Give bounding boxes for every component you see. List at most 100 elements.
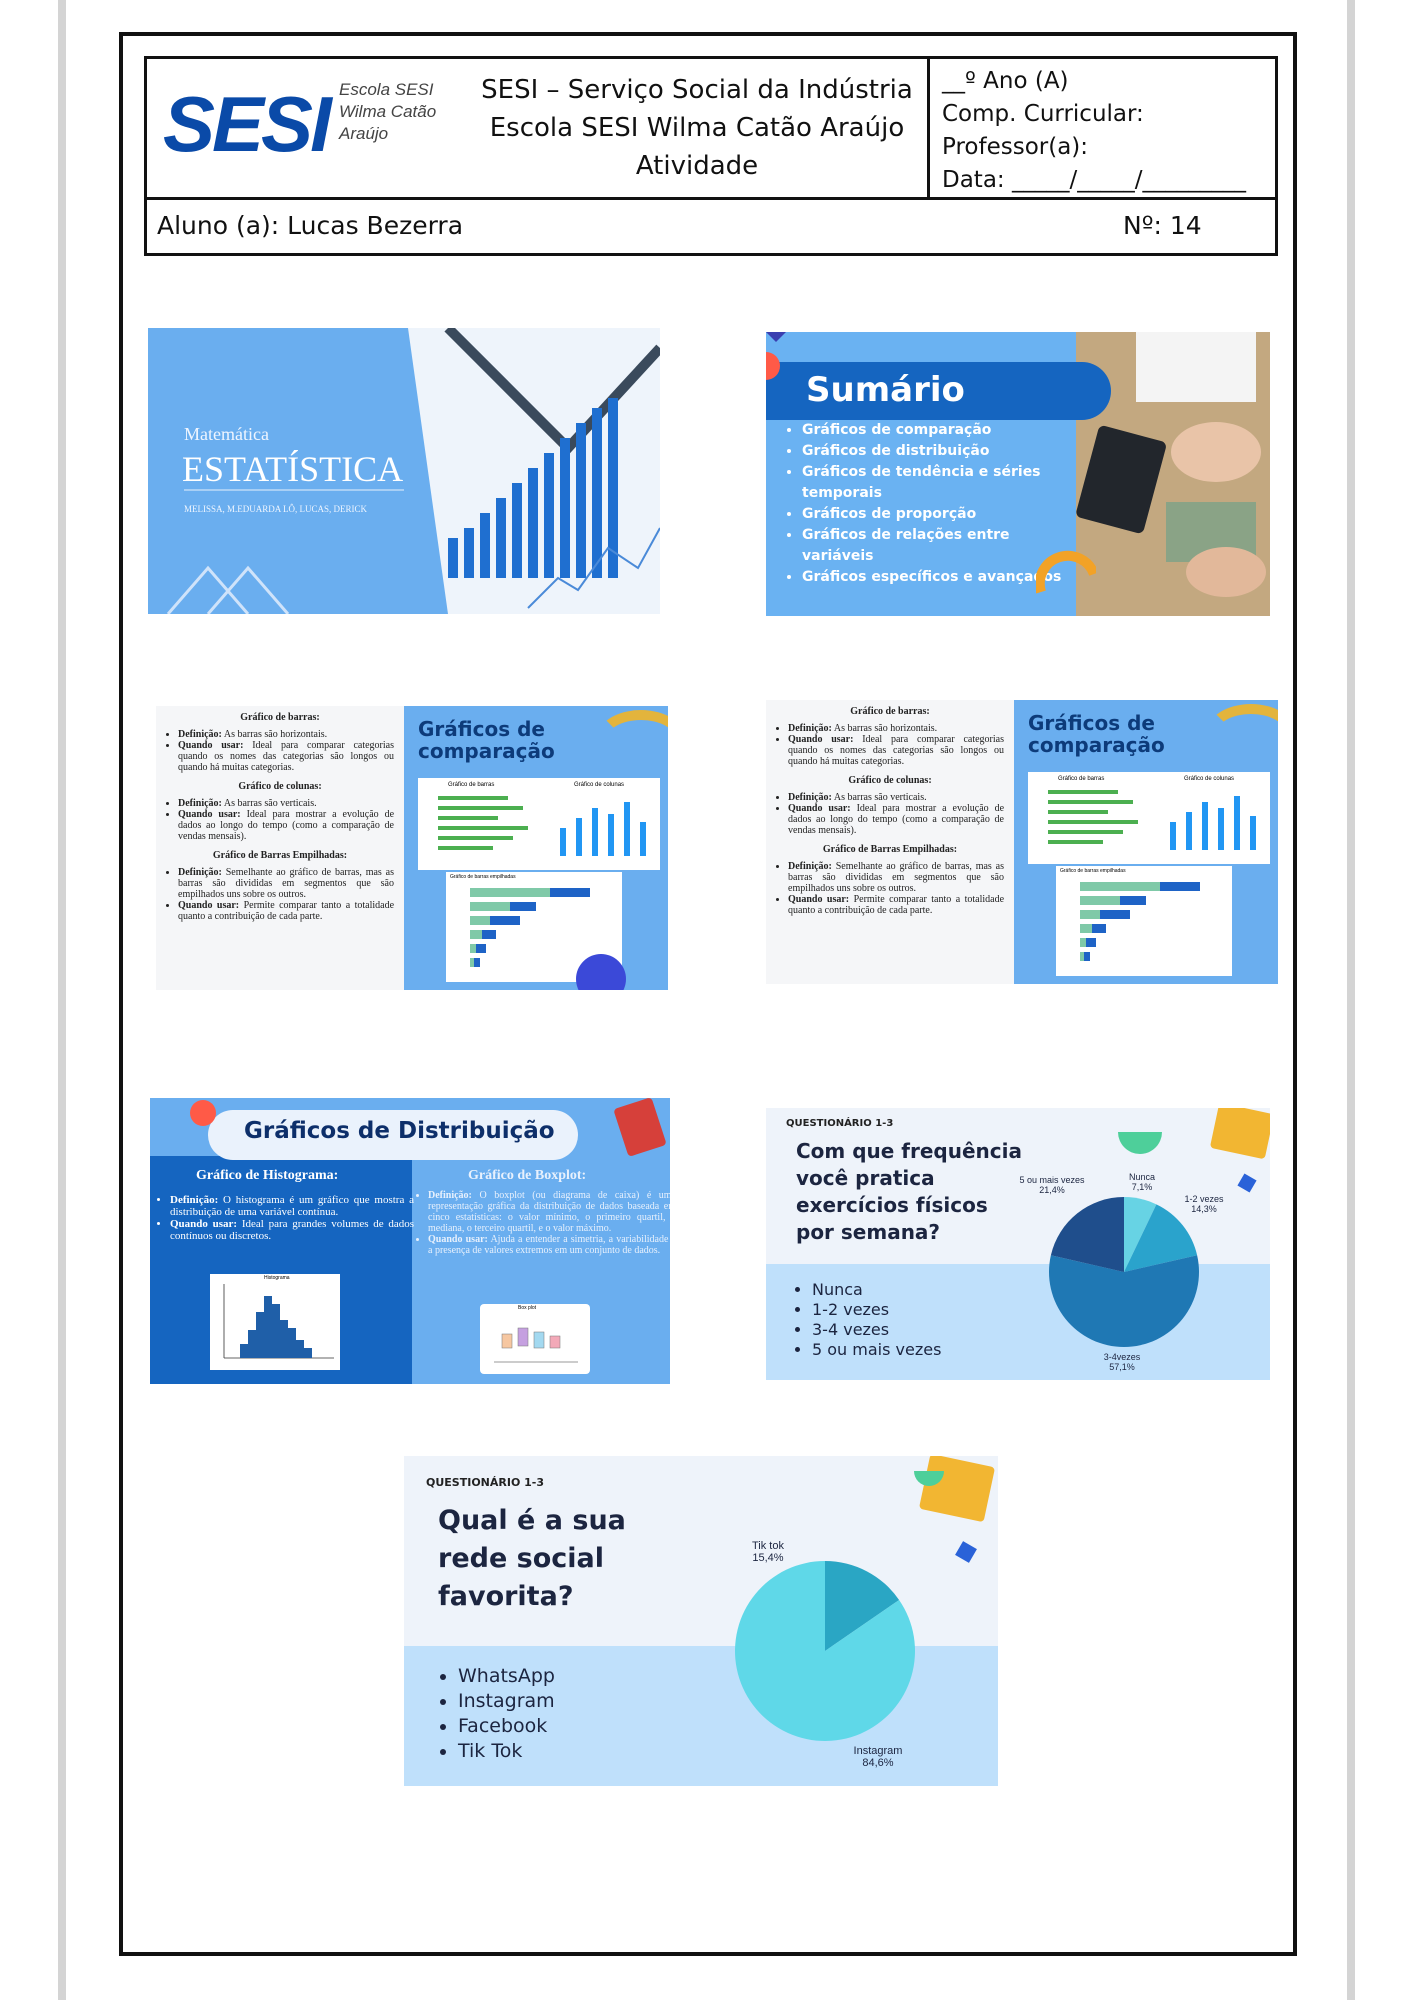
header-divider xyxy=(927,59,930,199)
corner-shape xyxy=(766,332,791,342)
def-label: Definição: xyxy=(788,861,832,872)
teacher-field: Professor(a): xyxy=(942,134,1089,160)
logo-sub-line: Araújo xyxy=(339,124,389,143)
institution-line: Atividade xyxy=(635,151,759,181)
mini-bar-and-column-charts xyxy=(438,796,646,856)
histogram-bars xyxy=(223,1284,334,1359)
pie-percent: 15,4% xyxy=(752,1552,783,1564)
slide-survey-exercise: QUESTIONÁRIO 1-3 Com que frequência você… xyxy=(766,1108,1270,1380)
mini-stacked-bars xyxy=(1080,882,1200,961)
red-circle xyxy=(190,1100,216,1126)
logo-subtitle: Escola SESI Wilma Catão Araújo xyxy=(339,79,436,145)
mini-bar-and-column-charts xyxy=(1048,790,1256,850)
pie-label: 1-2 vezes xyxy=(1184,1194,1224,1204)
orange-arc xyxy=(1036,550,1096,594)
bar-heading: Gráfico de barras: xyxy=(240,712,320,723)
summary-item: Gráficos de proporção xyxy=(802,504,1082,525)
pie-percent: 57,1% xyxy=(1109,1362,1135,1372)
boxplot-heading: Gráfico de Boxplot: xyxy=(468,1168,587,1183)
histogram-chart: Histograma xyxy=(210,1274,340,1370)
worksheet-header: SESI Escola SESI Wilma Catão Araújo SESI… xyxy=(144,56,1278,256)
sesi-logo: SESI xyxy=(163,80,332,168)
institution-line: Escola SESI Wilma Catão Araújo xyxy=(489,113,905,143)
summary-item: Gráficos de comparação xyxy=(802,420,1082,441)
date-field: Data: _____/_____/_________ xyxy=(942,167,1246,193)
social-pie-chart: Tik tok15,4% Instagram84,6% xyxy=(735,1540,915,1769)
curriculum-field: Comp. Curricular: xyxy=(942,101,1144,127)
page-edge-left xyxy=(58,0,66,2000)
bar-heading: Gráfico de barras: xyxy=(850,706,930,717)
pie-label: Instagram xyxy=(854,1745,903,1757)
logo-sub-line: Escola SESI xyxy=(339,80,434,99)
mini-stacked-title: Gráfico de barras empilhadas xyxy=(1060,868,1126,874)
institution-line: SESI – Serviço Social da Indústria xyxy=(481,75,913,105)
student-name: Aluno (a): Lucas Bezerra xyxy=(157,211,464,240)
summary-item: Gráficos de tendência e séries temporais xyxy=(802,462,1082,504)
mini-bar-title: Gráfico de barras xyxy=(448,782,495,788)
use-label: Quando usar: xyxy=(178,809,241,820)
slide-comparison-b: Gráfico de barras: Definição: As barras … xyxy=(766,700,1278,984)
header-divider xyxy=(147,197,1275,200)
slide-authors: MELISSA, M.EDUARDA LÔ, LUCAS, DERICK xyxy=(184,504,368,514)
gold-ring xyxy=(1206,704,1278,764)
summary-item: Gráficos de distribuição xyxy=(802,441,1082,462)
slide-distribution: Gráficos de Distribuição Gráfico de Hist… xyxy=(150,1098,670,1384)
mini-column-title: Gráfico de colunas xyxy=(1184,776,1235,782)
def-label: Definição: xyxy=(788,723,832,734)
slide-main-title: ESTATÍSTICA xyxy=(182,449,404,489)
column-definition: As barras são verticais. xyxy=(833,792,927,803)
page-edge-right xyxy=(1347,0,1355,2000)
column-definition: As barras são verticais. xyxy=(223,798,317,809)
distribution-title: Gráficos de Distribuição xyxy=(244,1118,555,1144)
slide-title: Matemática ESTATÍSTICA MELISSA, M.EDUARD… xyxy=(148,328,660,614)
stacked-heading: Gráfico de Barras Empilhadas: xyxy=(212,850,348,861)
pie-percent: 14,3% xyxy=(1191,1204,1217,1214)
boxplot-chart: Box plot xyxy=(480,1304,590,1374)
logo-sub-line: Wilma Catão xyxy=(339,102,437,121)
student-number: Nº: 14 xyxy=(1123,211,1202,240)
def-label: Definição: xyxy=(178,867,222,878)
use-label: Quando usar: xyxy=(178,900,240,911)
boxplot-chart-title: Box plot xyxy=(518,1305,537,1311)
slide-survey-social: QUESTIONÁRIO 1-3 Qual é a sua rede socia… xyxy=(404,1456,998,1786)
pie-percent: 84,6% xyxy=(862,1757,893,1769)
use-label: Quando usar: xyxy=(788,803,851,814)
pie-percent: 7,1% xyxy=(1132,1182,1153,1192)
use-label: Quando usar: xyxy=(788,734,854,745)
mini-stacked-title: Gráfico de barras empilhadas xyxy=(450,874,516,880)
pie-label: Nunca xyxy=(1129,1172,1155,1182)
def-label: Definição: xyxy=(178,798,222,809)
histogram-heading: Gráfico de Histograma: xyxy=(196,1168,339,1183)
def-label: Definição: xyxy=(788,792,832,803)
use-label: Quando usar: xyxy=(788,894,850,905)
summary-title: Sumário xyxy=(766,362,1111,420)
mini-stacked-chart: Gráfico de barras empilhadas xyxy=(1056,866,1232,976)
comparison-title: Gráficos de comparação xyxy=(1028,711,1165,757)
histogram-chart-title: Histograma xyxy=(264,1275,290,1281)
column-heading: Gráfico de colunas: xyxy=(238,781,322,792)
slide-comparison-a: Gráfico de barras: Definição: As barras … xyxy=(156,706,668,990)
use-label: Quando usar: xyxy=(428,1234,488,1245)
gold-ring xyxy=(596,710,668,770)
stacked-heading: Gráfico de Barras Empilhadas: xyxy=(822,844,958,855)
calculator-icon xyxy=(613,1098,667,1157)
slide-subject: Matemática xyxy=(184,424,269,444)
bar-definition: As barras são horizontais. xyxy=(833,723,938,734)
histogram-text: Definição: O histograma é um gráfico que… xyxy=(156,1194,414,1242)
use-label: Quando usar: xyxy=(170,1218,238,1230)
comparison-text: Gráfico de barras: Definição: As barras … xyxy=(156,706,404,990)
institution-block: SESI – Serviço Social da Indústria Escol… xyxy=(462,71,932,185)
def-label: Definição: xyxy=(178,729,222,740)
mini-charts-top: Gráfico de barras Gráfico de colunas xyxy=(418,778,660,870)
column-heading: Gráfico de colunas: xyxy=(848,775,932,786)
exercise-pie-chart: Nunca7,1% 1-2 vezes14,3% 3-4vezes57,1% 5 ou… xyxy=(1019,1172,1224,1372)
slide-summary: Sumário Gráficos de comparação Gráficos … xyxy=(766,332,1270,616)
mini-bar-title: Gráfico de barras xyxy=(1058,776,1105,782)
comparison-text: Gráfico de barras: Definição: As barras … xyxy=(766,700,1014,984)
def-label: Definição: xyxy=(170,1194,219,1206)
pie-label: Tik tok xyxy=(752,1540,784,1552)
boxplot-text: Definição: O boxplot (ou diagrama de cai… xyxy=(416,1190,670,1256)
pie-label: 3-4vezes xyxy=(1104,1352,1141,1362)
comparison-title: Gráficos de comparação xyxy=(418,717,555,763)
def-label: Definição: xyxy=(428,1190,472,1201)
